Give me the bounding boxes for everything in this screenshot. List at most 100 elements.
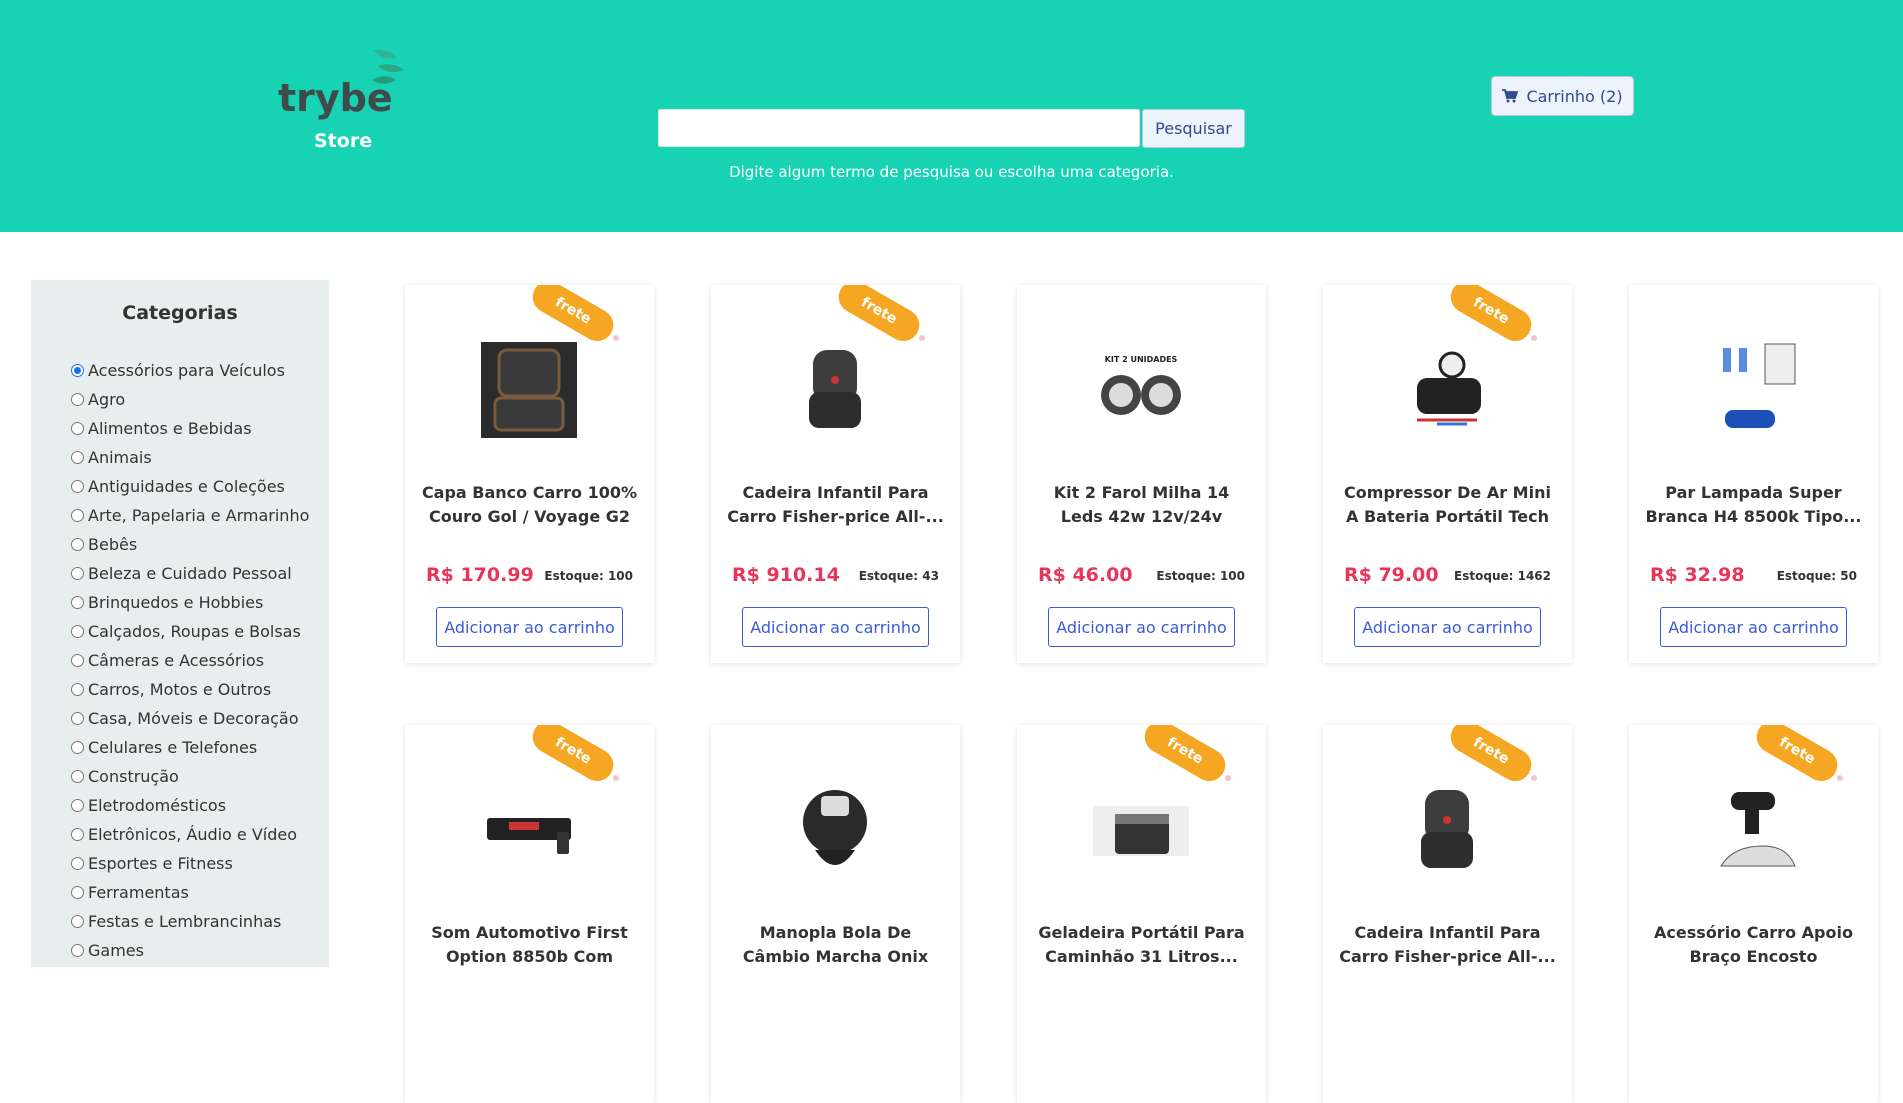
product-image — [1703, 780, 1803, 880]
category-label: Construção — [88, 767, 179, 786]
product-title[interactable]: Capa Banco Carro 100% Couro Gol / Voyage… — [419, 481, 640, 529]
sidebar-title: Categorias — [122, 302, 238, 324]
header: trybe Store Pesquisar Digite algum termo… — [0, 0, 1903, 232]
category-label: Acessórios para Veículos — [88, 361, 285, 380]
category-option[interactable]: Alimentos e Bebidas — [71, 414, 309, 443]
category-label: Antiguidades e Coleções — [88, 477, 285, 496]
category-option[interactable]: Eletrônicos, Áudio e Vídeo — [71, 820, 309, 849]
category-option[interactable]: Casa, Móveis e Decoração — [71, 704, 309, 733]
category-radio[interactable] — [71, 422, 84, 435]
category-radio[interactable] — [71, 393, 84, 406]
product-stock: Estoque: 100 — [1156, 569, 1245, 583]
category-radio[interactable] — [71, 741, 84, 754]
category-radio[interactable] — [71, 451, 84, 464]
air-compressor-icon — [1417, 351, 1481, 426]
category-option[interactable]: Câmeras e Acessórios — [71, 646, 309, 675]
category-radio[interactable] — [71, 828, 84, 841]
category-radio[interactable] — [71, 886, 84, 899]
category-label: Eletrônicos, Áudio e Vídeo — [88, 825, 298, 844]
category-option[interactable]: Antiguidades e Coleções — [71, 472, 309, 501]
product-title[interactable]: Cadeira Infantil Para Carro Fisher-price… — [1337, 921, 1558, 969]
headlight-bulbs-icon — [1723, 343, 1796, 428]
category-radio[interactable] — [71, 596, 84, 609]
child-seat-icon — [809, 350, 861, 428]
search-hint: Digite algum termo de pesquisa ou escolh… — [729, 163, 1174, 181]
category-label: Brinquedos e Hobbies — [88, 593, 264, 612]
cart-button[interactable]: Carrinho (2) — [1491, 76, 1634, 116]
product-title[interactable]: Acessório Carro Apoio Braço Encosto Desc… — [1643, 921, 1864, 969]
product-stock: Estoque: 1462 — [1454, 569, 1551, 583]
category-option[interactable]: Calçados, Roupas e Bolsas — [71, 617, 309, 646]
free-shipping-badge: frete grátis — [1444, 725, 1538, 797]
category-option[interactable]: Bebês — [71, 530, 309, 559]
category-option[interactable]: Esportes e Fitness — [71, 849, 309, 878]
category-label: Câmeras e Acessórios — [88, 651, 265, 670]
product-title[interactable]: Manopla Bola De Câmbio Marcha Onix Prism… — [725, 921, 946, 969]
search-input[interactable] — [658, 109, 1140, 147]
thumb-caption: KIT 2 UNIDADES — [1104, 355, 1178, 364]
category-option[interactable]: Eletrodomésticos — [71, 791, 309, 820]
category-label: Festas e Lembrancinhas — [88, 912, 282, 931]
badge-dot-icon — [1531, 335, 1537, 341]
product-title[interactable]: Som Automotivo First Option 8850b Com Us… — [419, 921, 640, 969]
category-radio[interactable] — [71, 364, 84, 377]
product-title[interactable]: Cadeira Infantil Para Carro Fisher-price… — [725, 481, 946, 529]
category-option[interactable]: Construção — [71, 762, 309, 791]
search-button[interactable]: Pesquisar — [1142, 109, 1245, 148]
category-radio[interactable] — [71, 683, 84, 696]
free-shipping-badge: frete grátis — [526, 285, 620, 357]
product-stock: Estoque: 100 — [544, 569, 633, 583]
logo: trybe Store — [276, 46, 416, 156]
category-option[interactable]: Agro — [71, 385, 309, 414]
add-to-cart-button[interactable]: Adicionar ao carrinho — [742, 607, 929, 647]
category-option[interactable]: Acessórios para Veículos — [71, 356, 309, 385]
product-card: frete grátis Cadeira Infantil Para Carro … — [1323, 725, 1572, 1103]
category-option[interactable]: Carros, Motos e Outros — [71, 675, 309, 704]
category-radio[interactable] — [71, 770, 84, 783]
category-label: Arte, Papelaria e Armarinho — [88, 506, 310, 525]
category-option[interactable]: Brinquedos e Hobbies — [71, 588, 309, 617]
category-radio[interactable] — [71, 712, 84, 725]
category-label: Animais — [88, 448, 152, 467]
category-radio[interactable] — [71, 538, 84, 551]
product-card: frete grátis Geladeira Portátil Para Cami… — [1017, 725, 1266, 1103]
car-stereo-icon — [487, 818, 571, 854]
category-radio[interactable] — [71, 857, 84, 870]
category-radio[interactable] — [71, 944, 84, 957]
add-to-cart-button[interactable]: Adicionar ao carrinho — [1660, 607, 1847, 647]
category-radio[interactable] — [71, 567, 84, 580]
product-image — [785, 780, 885, 880]
product-stock: Estoque: 50 — [1776, 569, 1857, 583]
category-radio[interactable] — [71, 654, 84, 667]
category-radio[interactable] — [71, 915, 84, 928]
product-title[interactable]: Compressor De Ar Mini A Bateria Portátil… — [1337, 481, 1558, 529]
category-label: Ferramentas — [88, 883, 189, 902]
category-option[interactable]: Ferramentas — [71, 878, 309, 907]
category-radio[interactable] — [71, 625, 84, 638]
category-option[interactable]: Arte, Papelaria e Armarinho — [71, 501, 309, 530]
badge-dot-icon — [1837, 775, 1843, 781]
category-label: Eletrodomésticos — [88, 796, 227, 815]
category-option[interactable]: Beleza e Cuidado Pessoal — [71, 559, 309, 588]
category-radio[interactable] — [71, 509, 84, 522]
category-option[interactable]: Animais — [71, 443, 309, 472]
add-to-cart-button[interactable]: Adicionar ao carrinho — [436, 607, 623, 647]
category-radio[interactable] — [71, 480, 84, 493]
product-title[interactable]: Par Lampada Super Branca H4 8500k Tipo..… — [1643, 481, 1864, 529]
category-option[interactable]: Celulares e Telefones — [71, 733, 309, 762]
badge-dot-icon — [919, 335, 925, 341]
add-to-cart-button[interactable]: Adicionar ao carrinho — [1354, 607, 1541, 647]
product-title[interactable]: Kit 2 Farol Milha 14 Leds 42w 12v/24v Re… — [1031, 481, 1252, 529]
add-to-cart-button[interactable]: Adicionar ao carrinho — [1048, 607, 1235, 647]
logo-subtitle: Store — [314, 130, 373, 152]
category-radio[interactable] — [71, 799, 84, 812]
cart-icon — [1502, 89, 1519, 103]
badge-dot-icon — [613, 335, 619, 341]
category-option[interactable]: Games — [71, 936, 309, 965]
product-title[interactable]: Geladeira Portátil Para Caminhão 31 Litr… — [1031, 921, 1252, 969]
category-option[interactable]: Festas e Lembrancinhas — [71, 907, 309, 936]
category-label: Agro — [88, 390, 126, 409]
badge-dot-icon — [1531, 775, 1537, 781]
category-list: Acessórios para Veículos Agro Alimentos e … — [71, 356, 309, 965]
product-card: frete grátis Compressor De Ar Mini A Bate… — [1323, 285, 1572, 663]
